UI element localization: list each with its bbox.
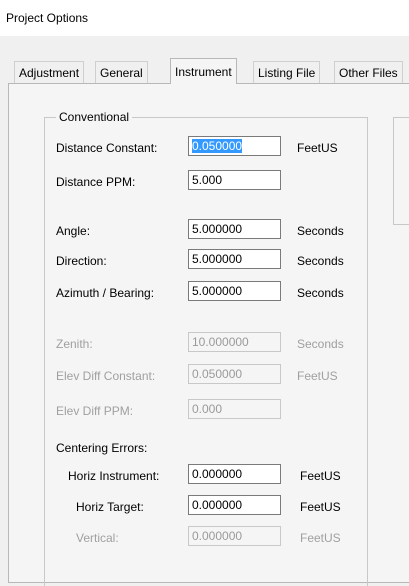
distance-constant-label: Distance Constant: [56, 141, 158, 155]
project-options-dialog: Project Options Adjustment General Instr… [0, 0, 409, 586]
distance-constant-unit: FeetUS [297, 141, 338, 155]
centering-errors-heading: Centering Errors: [56, 441, 148, 455]
vertical-label: Vertical: [76, 531, 119, 545]
direction-unit: Seconds [297, 254, 344, 268]
elev-diff-constant-label: Elev Diff Constant: [56, 369, 156, 383]
title-bar[interactable]: Project Options [0, 0, 409, 36]
horiz-instrument-unit: FeetUS [300, 469, 341, 483]
azimuth-bearing-unit: Seconds [297, 286, 344, 300]
elev-diff-constant-unit: FeetUS [297, 369, 338, 383]
horiz-instrument-label: Horiz Instrument: [68, 469, 160, 483]
tab-instrument[interactable]: Instrument [170, 58, 237, 84]
direction-field[interactable]: 5.000000 [188, 249, 281, 269]
secondary-groupbox-edge [393, 117, 409, 225]
distance-ppm-field[interactable]: 5.000 [188, 170, 281, 190]
vertical-unit: FeetUS [300, 531, 341, 545]
direction-label: Direction: [56, 254, 107, 268]
zenith-field: 10.000000 [188, 332, 281, 352]
tab-strip: Adjustment General Instrument Listing Fi… [0, 58, 409, 84]
horiz-instrument-field[interactable]: 0.000000 [188, 464, 281, 484]
azimuth-bearing-field[interactable]: 5.000000 [188, 281, 281, 301]
azimuth-bearing-label: Azimuth / Bearing: [56, 286, 155, 300]
elev-diff-constant-field: 0.050000 [188, 364, 281, 384]
horiz-target-label: Horiz Target: [76, 500, 144, 514]
conventional-groupbox-label: Conventional [56, 110, 133, 124]
tab-other-files[interactable]: Other Files [334, 61, 403, 83]
angle-unit: Seconds [297, 224, 344, 238]
tab-listing-file[interactable]: Listing File [253, 61, 321, 83]
dialog-title: Project Options [6, 11, 89, 25]
elev-diff-ppm-label: Elev Diff PPM: [56, 404, 134, 418]
angle-label: Angle: [56, 224, 91, 238]
zenith-label: Zenith: [56, 337, 93, 351]
horiz-target-unit: FeetUS [300, 500, 341, 514]
distance-constant-value: 0.050000 [192, 139, 243, 153]
tab-general[interactable]: General [95, 61, 148, 83]
distance-constant-field[interactable]: 0.050000 [188, 136, 281, 156]
elev-diff-ppm-field: 0.000 [188, 399, 281, 419]
zenith-unit: Seconds [297, 337, 344, 351]
horiz-target-field[interactable]: 0.000000 [188, 495, 281, 515]
distance-ppm-label: Distance PPM: [56, 175, 136, 189]
tab-adjustment[interactable]: Adjustment [14, 61, 85, 83]
angle-field[interactable]: 5.000000 [188, 219, 281, 239]
vertical-field: 0.000000 [188, 526, 281, 546]
